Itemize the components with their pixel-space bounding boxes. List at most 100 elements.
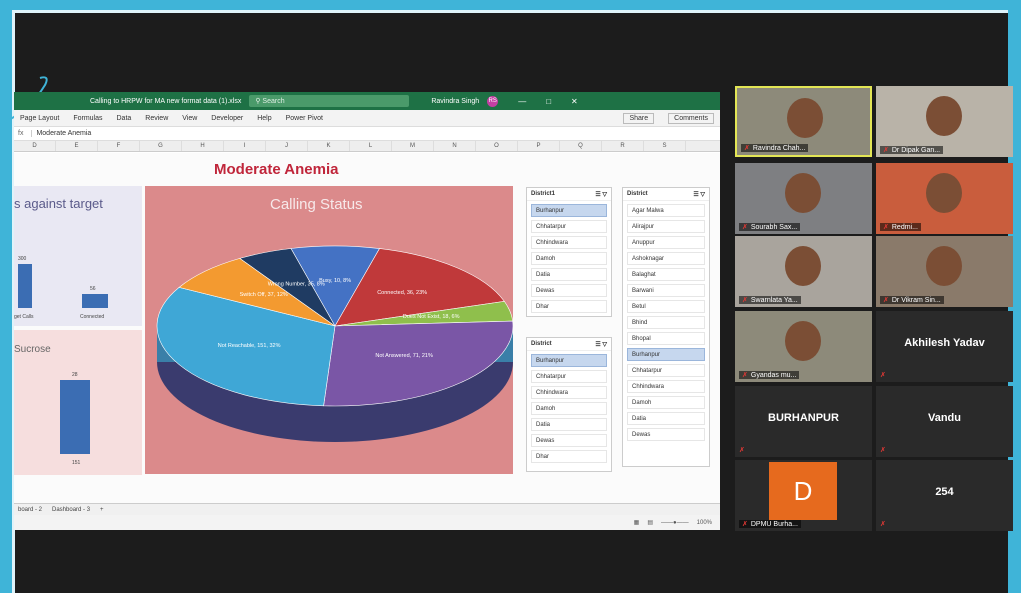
participant-tile[interactable]: D ✗ DPMU Burha... (735, 460, 872, 531)
ribbon-tab[interactable]: View (182, 115, 197, 122)
column-header[interactable]: O (476, 141, 518, 151)
search-box[interactable]: ⚲ Search (249, 95, 410, 107)
bar-sucrose (60, 380, 90, 454)
bar-label: 151 (72, 460, 81, 466)
participant-tile[interactable]: ✗ Dr Vikram Sin... (876, 236, 1013, 307)
bar-target-calls (18, 264, 32, 308)
ribbon-tab[interactable]: Formulas (73, 115, 102, 122)
sucrose-title: Sucrose (14, 344, 51, 355)
column-header[interactable]: F (98, 141, 140, 151)
slicer-item[interactable]: Chhindwara (531, 386, 607, 399)
slicer-item[interactable]: Damoh (531, 252, 607, 265)
slicer-item[interactable]: Chhatarpur (627, 364, 705, 377)
sheet-tab[interactable]: Dashboard - 3 (52, 507, 90, 513)
filter-icon[interactable]: ☰ ▽ (595, 191, 607, 198)
formula-input[interactable]: Moderate Anemia (31, 130, 671, 137)
ribbon-tab[interactable]: Power Pivot (286, 115, 323, 122)
slicer-item[interactable]: Datia (531, 268, 607, 281)
maximize-icon[interactable]: □ (546, 97, 551, 106)
comments-button[interactable]: Comments (668, 112, 714, 124)
participant-tile[interactable]: ✗ Swarnlata Ya... (735, 236, 872, 307)
slicer-item[interactable]: Agar Malwa (627, 204, 705, 217)
column-header[interactable]: E (56, 141, 98, 151)
user-avatar[interactable]: RS (487, 95, 499, 107)
column-header[interactable]: P (518, 141, 560, 151)
slicer-item[interactable]: Burhanpur (531, 204, 607, 217)
participant-name: BURHANPUR (768, 412, 839, 424)
column-header[interactable]: Q (560, 141, 602, 151)
participant-tile[interactable]: ✗ Ravindra Chah... (735, 86, 872, 157)
column-header[interactable]: I (224, 141, 266, 151)
slicer-item[interactable]: Chhindwara (531, 236, 607, 249)
slicer-item[interactable]: Chhatarpur (531, 220, 607, 233)
slicer-item[interactable]: Dewas (627, 428, 705, 441)
participant-tile[interactable]: ✗ Sourabh Sax... (735, 163, 872, 234)
slicer-item[interactable]: Bhopal (627, 332, 705, 345)
zoom-slider[interactable]: ——●—— (661, 520, 689, 526)
slicer-item[interactable]: Barwani (627, 284, 705, 297)
participant-avatar: D (769, 462, 837, 520)
calling-status-chart[interactable]: Calling Status Busy, 10, 8% Connected, 36… (145, 186, 513, 474)
column-header[interactable]: K (308, 141, 350, 151)
slicer-item[interactable]: Dewas (531, 284, 607, 297)
slicer-item[interactable]: Datia (627, 412, 705, 425)
slicer-district[interactable]: District ☰ ▽ Burhanpur Chhatarpur Chhindwara… (526, 337, 612, 472)
add-sheet-button[interactable]: + (100, 507, 104, 513)
participant-video (926, 96, 962, 136)
ribbon-tab[interactable]: Help (257, 115, 271, 122)
normal-view-icon[interactable]: ▦ (634, 519, 640, 526)
column-header[interactable]: D (14, 141, 56, 151)
participant-tile[interactable]: Akhilesh Yadav ✗ (876, 311, 1013, 382)
column-header[interactable]: R (602, 141, 644, 151)
share-button[interactable]: Share (623, 112, 655, 124)
slicer-item[interactable]: Dhar (531, 300, 607, 313)
slicer-district1[interactable]: District1 ☰ ▽ Burhanpur Chhatarpur Chhindwar… (526, 187, 612, 317)
participant-tile[interactable]: ✗ Dr Dipak Gan... (876, 86, 1013, 157)
slicer-item[interactable]: Ashoknagar (627, 252, 705, 265)
worksheet: Moderate Anemia s against target 300 56 … (14, 153, 720, 503)
slicer-item[interactable]: Chhindwara (627, 380, 705, 393)
ribbon-tab[interactable]: Data (117, 115, 132, 122)
slicer-item[interactable]: Damoh (627, 396, 705, 409)
participant-name: Akhilesh Yadav (904, 337, 985, 349)
column-header[interactable]: G (140, 141, 182, 151)
slicer-item[interactable]: Datia (531, 418, 607, 431)
search-placeholder: Search (262, 97, 285, 105)
participant-tile[interactable]: 254 ✗ (876, 460, 1013, 531)
slicer-item[interactable]: Dewas (531, 434, 607, 447)
close-icon[interactable]: ✕ (571, 97, 578, 106)
column-header[interactable]: S (644, 141, 686, 151)
participant-tile[interactable]: BURHANPUR ✗ (735, 386, 872, 457)
slicer-item[interactable]: Chhatarpur (531, 370, 607, 383)
column-header[interactable]: N (434, 141, 476, 151)
participant-tile[interactable]: ✗ Redmi... (876, 163, 1013, 234)
participant-video (785, 246, 821, 286)
participant-name: Vandu (927, 412, 961, 424)
ribbon-tab[interactable]: Page Layout (20, 115, 59, 122)
slicer-item[interactable]: Betul (627, 300, 705, 313)
slicer-district-full[interactable]: District ☰ ▽ Agar Malwa Alirajpur Anuppur Ash… (622, 187, 710, 467)
slicer-item[interactable]: Balaghat (627, 268, 705, 281)
slicer-item[interactable]: Dhar (531, 450, 607, 463)
slicer-item[interactable]: Alirajpur (627, 220, 705, 233)
slicer-item[interactable]: Burhanpur (531, 354, 607, 367)
ribbon-tab[interactable]: Developer (211, 115, 243, 122)
sheet-tab[interactable]: board - 2 (18, 507, 42, 513)
bar-label: 300 (18, 256, 27, 262)
filter-icon[interactable]: ☰ ▽ (693, 191, 705, 198)
column-header[interactable]: H (182, 141, 224, 151)
minimize-icon[interactable]: — (518, 97, 526, 106)
slicer-item[interactable]: Damoh (531, 402, 607, 415)
participant-tile[interactable]: ✗ Gyandas mu... (735, 311, 872, 382)
column-header[interactable]: M (392, 141, 434, 151)
filter-icon[interactable]: ☰ ▽ (595, 341, 607, 348)
page-layout-icon[interactable]: ▤ (647, 519, 653, 526)
slicer-item[interactable]: Anuppur (627, 236, 705, 249)
participant-tile[interactable]: Vandu ✗ (876, 386, 1013, 457)
slicer-item[interactable]: Burhanpur (627, 348, 705, 361)
slicer-item[interactable]: Bhind (627, 316, 705, 329)
participant-name: 254 (935, 486, 954, 498)
ribbon-tab[interactable]: Review (145, 115, 168, 122)
column-header[interactable]: L (350, 141, 392, 151)
column-header[interactable]: J (266, 141, 308, 151)
